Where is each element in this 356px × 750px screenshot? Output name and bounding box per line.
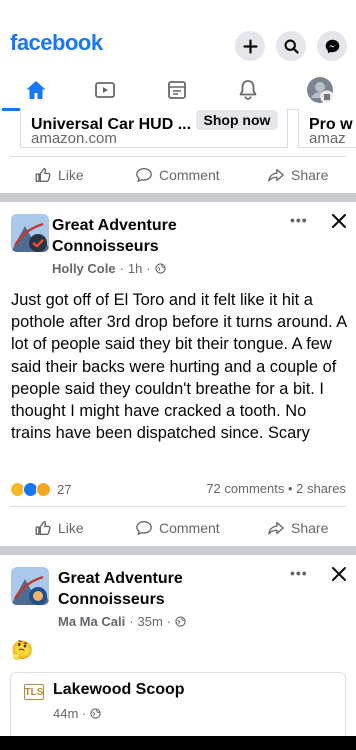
share-icon <box>268 168 284 182</box>
shared-page-name[interactable]: Lakewood Scoop <box>53 681 185 699</box>
more-options-button[interactable]: ••• <box>290 565 308 581</box>
reactions-summary[interactable]: 27 <box>10 480 71 498</box>
comment-label: Comment <box>159 520 220 536</box>
feed-divider <box>0 546 356 555</box>
dot-separator: · <box>129 614 134 629</box>
dot-separator: · <box>119 261 124 276</box>
group-avatar[interactable] <box>11 567 49 605</box>
group-avatar[interactable] <box>11 214 49 252</box>
menu-profile-icon <box>307 77 334 104</box>
like-label: Like <box>58 167 84 183</box>
group-name[interactable]: Great Adventure Connoisseurs <box>58 568 183 610</box>
comment-label: Comment <box>159 167 220 183</box>
like-label: Like <box>58 520 84 536</box>
top-bar: facebook <box>0 0 356 66</box>
facebook-logo[interactable]: facebook <box>10 30 103 56</box>
post-meta: Ma Ma Cali · 35m · <box>58 614 186 629</box>
group-avatar-image <box>11 567 49 605</box>
like-button[interactable]: Like <box>34 513 84 543</box>
author-name[interactable]: Holly Cole <box>52 261 116 276</box>
tab-home[interactable] <box>2 70 70 111</box>
plus-icon <box>242 38 258 54</box>
share-label: Share <box>291 520 329 536</box>
comment-icon <box>136 168 152 182</box>
group-avatar-image <box>11 214 49 252</box>
care-reaction-icon <box>36 481 51 497</box>
author-name[interactable]: Ma Ma Cali <box>58 614 125 629</box>
share-icon <box>268 521 284 535</box>
comment-button[interactable]: Comment <box>135 513 220 543</box>
post-meta: Holly Cole · 1h · <box>52 261 166 276</box>
comment-button[interactable]: Comment <box>135 160 220 190</box>
globe-icon <box>175 616 186 627</box>
search-button[interactable] <box>276 31 306 61</box>
post-time[interactable]: 35m <box>138 614 163 629</box>
share-label: Share <box>291 167 329 183</box>
post-emoji: 🤔 <box>11 640 34 660</box>
group-name[interactable]: Great Adventure Connoisseurs <box>52 215 177 257</box>
ad-domain: amazon.com <box>31 130 117 147</box>
dot-separator: · <box>166 614 172 629</box>
reaction-count: 27 <box>57 481 72 497</box>
shop-now-button[interactable]: Shop now <box>196 110 278 130</box>
create-button[interactable] <box>235 31 265 61</box>
shared-post-time: 44m · <box>53 706 101 721</box>
tab-notifications[interactable] <box>214 70 282 110</box>
close-icon[interactable] <box>331 213 347 229</box>
share-button[interactable]: Share <box>267 513 328 543</box>
reaction-icons <box>10 481 51 497</box>
globe-icon <box>90 708 101 719</box>
close-icon[interactable] <box>331 566 347 582</box>
thumbs-up-icon <box>35 521 51 535</box>
thumbs-up-icon <box>35 168 51 182</box>
tab-marketplace[interactable] <box>143 70 211 110</box>
home-icon <box>26 81 46 99</box>
lakewood-scoop-logo: TLS <box>24 684 44 700</box>
search-icon <box>284 39 299 54</box>
share-button[interactable]: Share <box>267 160 328 190</box>
ad-domain: amaz <box>309 130 346 147</box>
comment-icon <box>136 521 152 535</box>
bell-icon <box>239 80 257 100</box>
post-actions: Like Comment Share <box>0 513 356 543</box>
separator <box>10 506 346 507</box>
tab-watch[interactable] <box>71 70 139 110</box>
tab-menu[interactable] <box>286 70 354 110</box>
messenger-icon <box>325 39 339 53</box>
ad-carousel-card[interactable]: Pro w amaz <box>298 108 356 148</box>
post-body-text: Just got off of El Toro and it felt like… <box>11 291 347 443</box>
dot-separator: · <box>146 261 151 276</box>
messenger-button[interactable] <box>317 31 347 61</box>
globe-icon <box>155 263 166 274</box>
system-navigation-bar <box>0 736 356 750</box>
feed-divider <box>0 193 356 202</box>
more-options-button[interactable]: ••• <box>290 212 308 228</box>
post-time[interactable]: 1h <box>128 261 142 276</box>
main-nav <box>0 70 356 111</box>
like-button[interactable]: Like <box>34 160 84 190</box>
watch-icon <box>95 82 115 98</box>
comments-shares-count[interactable]: 72 comments • 2 shares <box>206 481 346 496</box>
marketplace-icon <box>168 81 186 99</box>
ad-post-actions: Like Comment Share <box>0 160 356 190</box>
separator <box>10 156 346 157</box>
